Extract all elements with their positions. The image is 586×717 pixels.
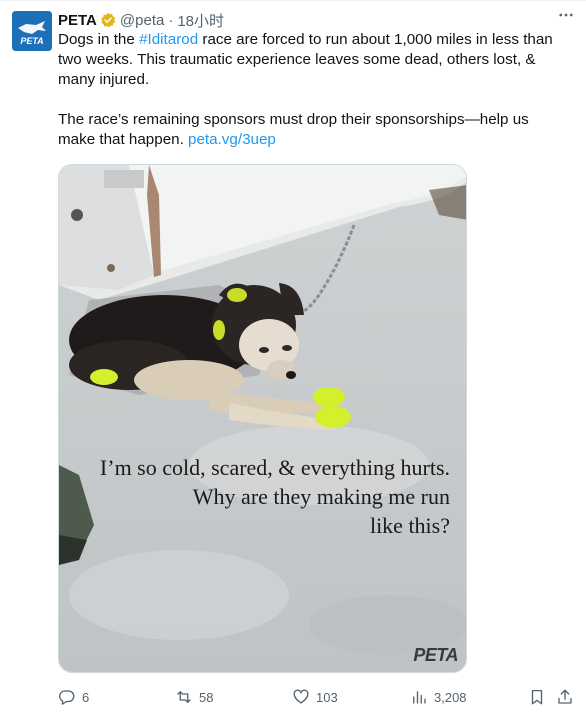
author-name[interactable]: PETA: [58, 12, 97, 29]
tweet-image[interactable]: I’m so cold, scared, & everything hurts.…: [58, 164, 467, 673]
tweet-timestamp[interactable]: 18小时: [177, 10, 224, 31]
tweet-paragraph-1: Dogs in the #Iditarod race are forced to…: [58, 30, 570, 90]
repost-button[interactable]: 58: [175, 685, 213, 709]
separator-dot: ·: [168, 11, 174, 29]
like-count: 103: [316, 689, 338, 705]
share-icon: [558, 689, 572, 704]
tweet-text-segment: Dogs in the: [58, 31, 140, 48]
views-count: 3,208: [434, 689, 467, 705]
like-icon: [293, 689, 309, 704]
caption-line-2: Why are they making me run: [192, 484, 450, 509]
hashtag-link[interactable]: #Iditarod: [139, 31, 198, 48]
bookmark-button[interactable]: [528, 685, 552, 709]
verified-badge-icon: [101, 12, 116, 28]
reply-count: 6: [82, 689, 90, 705]
peta-watermark: PETA: [413, 645, 458, 665]
views-button[interactable]: 3,208: [410, 685, 467, 709]
reply-icon: [59, 690, 75, 705]
caption-line-1: I’m so cold, scared, & everything hurts.: [99, 455, 450, 480]
avatar[interactable]: PETA: [12, 11, 52, 51]
views-icon: [413, 691, 426, 704]
reply-button[interactable]: 6: [58, 685, 89, 709]
caption-line-3: like this?: [369, 513, 450, 538]
image-caption: I’m so cold, scared, & everything hurts.…: [100, 453, 450, 540]
repost-icon: [177, 691, 191, 703]
tweet-card[interactable]: PETA PETA @peta · 18小时 Dogs in the #Idit…: [0, 0, 586, 717]
more-icon[interactable]: [556, 5, 576, 25]
tweet-text: Dogs in the #Iditarod race are forced to…: [58, 30, 570, 150]
bookmark-icon: [531, 689, 543, 705]
dog-photo: [59, 165, 466, 672]
repost-count: 58: [199, 689, 214, 705]
tweet-paragraph-2: The race’s remaining sponsors must drop …: [58, 110, 570, 150]
like-button[interactable]: 103: [292, 685, 338, 709]
svg-text:PETA: PETA: [20, 36, 43, 46]
tweet-actions: 6 58 103 3,208: [58, 685, 574, 709]
tweet-text-segment: The race’s remaining sponsors must drop …: [58, 111, 529, 148]
url-link[interactable]: peta.vg/3uep: [188, 131, 276, 148]
share-button[interactable]: [556, 685, 580, 709]
author-handle[interactable]: @peta: [120, 12, 164, 29]
tweet-header: PETA @peta · 18小时: [58, 10, 574, 30]
peta-logo-icon: PETA: [12, 11, 52, 51]
